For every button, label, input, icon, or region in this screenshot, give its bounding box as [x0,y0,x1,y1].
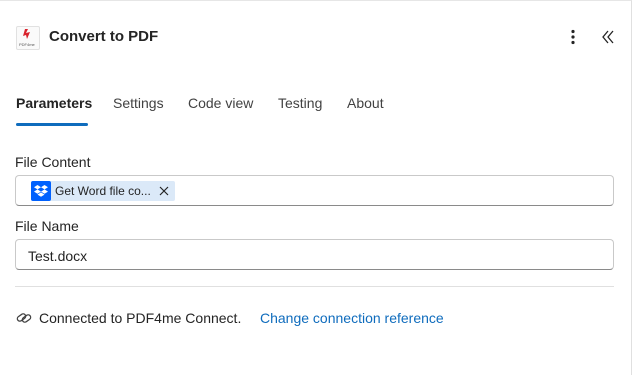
logo-caption: PDF4me [19,42,35,47]
link-icon [16,313,32,323]
file-content-label: File Content [15,154,91,170]
file-content-input[interactable]: Get Word file co... [15,175,614,206]
file-name-value: Test.docx [28,248,88,264]
more-options-button[interactable] [564,28,582,46]
active-tab-indicator [16,123,88,126]
tab-about[interactable]: About [347,95,384,111]
dropbox-icon [31,181,51,201]
connection-status: Connected to PDF4me Connect. [39,310,242,326]
divider [15,286,614,287]
pdf4me-logo-icon: PDF4me [16,26,40,50]
page-title: Convert to PDF [49,28,159,45]
token-label: Get Word file co... [55,184,151,198]
change-connection-link[interactable]: Change connection reference [260,310,444,326]
dynamic-content-token[interactable]: Get Word file co... [31,181,175,201]
tab-parameters[interactable]: Parameters [16,95,92,111]
file-name-label: File Name [15,218,79,234]
collapse-panel-button[interactable] [599,28,617,46]
tab-testing[interactable]: Testing [278,95,322,111]
more-vertical-icon [571,29,575,45]
file-name-input[interactable]: Test.docx [15,239,614,270]
chevron-double-left-icon [602,30,614,44]
tab-settings[interactable]: Settings [113,95,164,111]
action-details-panel: PDF4me Convert to PDF Parameters Setting… [0,0,632,375]
close-icon[interactable] [159,186,169,196]
tab-code-view[interactable]: Code view [188,95,253,111]
